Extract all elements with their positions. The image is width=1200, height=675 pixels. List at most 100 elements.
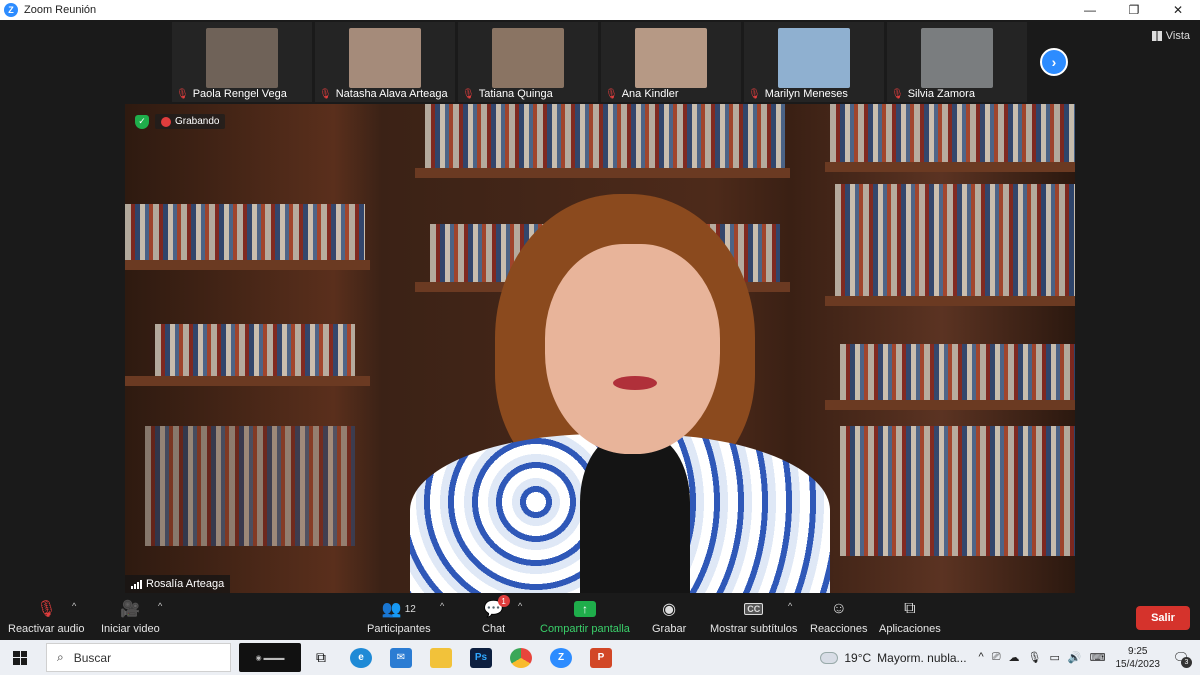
bookshelf-books — [155, 324, 355, 376]
participant-name: Tatiana Quinga — [478, 88, 553, 100]
pinned-app-logo[interactable]: ◉ ▬▬▬ — [239, 643, 301, 672]
start-button[interactable] — [0, 640, 40, 675]
system-clock[interactable]: 9:25 15/4/2023 — [1116, 645, 1161, 671]
taskbar-app-zoom[interactable]: Z — [541, 640, 581, 675]
view-button[interactable]: Vista — [1151, 30, 1190, 42]
participants-options-caret[interactable]: ^ — [440, 601, 444, 611]
participant-tile[interactable]: 🎙 Marilyn Meneses — [744, 22, 884, 102]
security-shield-icon[interactable]: ✓ — [135, 114, 149, 129]
bookshelf-books — [145, 426, 355, 546]
notifications-button[interactable]: 🗨 3 — [1170, 648, 1192, 668]
participant-tile[interactable]: 🎙 Tatiana Quinga — [458, 22, 598, 102]
participant-tile[interactable]: 🎙 Paola Rengel Vega — [172, 22, 312, 102]
captions-label: Mostrar subtítulos — [710, 623, 798, 635]
participant-name: Silvia Zamora — [907, 88, 975, 100]
zoom-logo-icon: Z — [4, 3, 18, 17]
zoom-icon: Z — [550, 647, 572, 668]
language-icon[interactable]: ⌨ — [1090, 651, 1106, 664]
participant-tile[interactable]: 🎙 Silvia Zamora — [887, 22, 1027, 102]
taskbar-app-explorer[interactable] — [421, 640, 461, 675]
taskbar-app-chrome[interactable] — [501, 640, 541, 675]
active-speaker-video[interactable]: ✓ Grabando Rosalía Arteaga — [125, 104, 1075, 593]
photoshop-icon: Ps — [470, 647, 492, 668]
clock-time: 9:25 — [1128, 645, 1148, 657]
participant-tile[interactable]: 🎙 Ana Kindler — [601, 22, 741, 102]
closed-captions-icon: CC — [744, 603, 764, 615]
edge-icon: e — [350, 647, 372, 668]
chevron-up-icon[interactable]: ^ — [979, 651, 984, 664]
cloudy-weather-icon — [820, 651, 839, 664]
chat-button[interactable]: 💬 1 Chat — [482, 595, 510, 635]
taskbar-app-edge[interactable]: e — [341, 640, 381, 675]
taskbar-app-powerpoint[interactable]: P — [581, 640, 621, 675]
bookshelf-books — [840, 426, 1075, 556]
bookshelf-books — [840, 344, 1075, 400]
microphone-icon[interactable]: 🎙 — [1028, 651, 1042, 664]
participant-name: Natasha Alava Arteaga — [335, 88, 448, 100]
participants-icon: 👥 12 — [381, 601, 416, 618]
notification-count: 3 — [1181, 656, 1192, 668]
battery-icon[interactable]: ▭ — [1050, 651, 1060, 664]
weather-temperature: 19°C — [844, 650, 872, 665]
start-video-button[interactable]: 🎥 Iniciar video — [101, 597, 160, 635]
participants-label: Participantes — [367, 623, 431, 635]
participant-name: Paola Rengel Vega — [192, 88, 287, 100]
minimize-button[interactable]: — — [1068, 0, 1112, 20]
bookshelf-shelf — [825, 296, 1075, 306]
taskbar-app-photoshop[interactable]: Ps — [461, 640, 501, 675]
next-page-button[interactable]: › — [1040, 48, 1068, 76]
recording-label: Grabando — [175, 116, 220, 127]
mail-icon: ✉ — [390, 647, 412, 668]
chat-options-caret[interactable]: ^ — [518, 601, 522, 611]
speaker-name-tag: Rosalía Arteaga — [125, 575, 231, 593]
participant-video — [635, 28, 707, 88]
weather-widget[interactable]: 19°C Mayorm. nubla... — [820, 650, 967, 665]
bookshelf-books — [125, 204, 365, 260]
video-options-caret[interactable]: ^ — [158, 601, 162, 611]
mic-muted-icon: 🎙 — [748, 88, 761, 100]
apps-button[interactable]: ⧉ Aplicaciones — [879, 597, 941, 635]
participants-button[interactable]: 👥 12 Participantes — [367, 597, 431, 635]
display-icon[interactable]: ⎚ — [992, 651, 1001, 664]
participant-video — [778, 28, 850, 88]
taskbar-app-mail[interactable]: ✉ — [381, 640, 421, 675]
view-label: Vista — [1165, 30, 1190, 42]
apps-label: Aplicaciones — [879, 623, 941, 635]
camera-off-icon: 🎥 — [120, 601, 141, 618]
mic-muted-icon: 🎙 — [176, 88, 189, 100]
volume-icon[interactable]: 🔊 — [1068, 651, 1082, 664]
taskbar-search[interactable]: ⌕ Buscar — [46, 643, 231, 672]
bookshelf-shelf — [825, 162, 1075, 172]
participant-video — [492, 28, 564, 88]
participant-strip: 🎙 Paola Rengel Vega 🎙 Natasha Alava Arteag… — [0, 20, 1200, 104]
recording-badge[interactable]: Grabando — [155, 114, 226, 129]
captions-button[interactable]: CC Mostrar subtítulos — [710, 597, 797, 635]
participant-video — [349, 28, 421, 88]
reactions-button[interactable]: ☺ Reacciones — [810, 597, 867, 635]
system-tray: 19°C Mayorm. nubla... ^ ⎚ ☁ 🎙 ▭ 🔊 ⌨ 9:25… — [820, 640, 1200, 675]
captions-options-caret[interactable]: ^ — [788, 601, 792, 611]
clock-date: 15/4/2023 — [1115, 658, 1161, 670]
start-video-label: Iniciar video — [101, 623, 160, 635]
participants-count: 12 — [404, 603, 416, 615]
onedrive-icon[interactable]: ☁ — [1009, 651, 1020, 664]
smiley-plus-icon: ☺ — [830, 600, 847, 617]
bookshelf-books — [830, 104, 1075, 162]
audio-options-caret[interactable]: ^ — [72, 601, 76, 611]
participant-tile[interactable]: 🎙 Natasha Alava Arteaga — [315, 22, 455, 102]
windows-logo-icon — [13, 650, 27, 665]
title-bar: Z Zoom Reunión — ❐ ✕ — [0, 0, 1200, 20]
record-icon: ◉ — [662, 601, 677, 618]
share-screen-button[interactable]: ↑ Compartir pantalla — [540, 597, 630, 635]
chrome-icon — [510, 647, 532, 668]
close-button[interactable]: ✕ — [1156, 0, 1200, 20]
task-view-button[interactable]: ⧉ — [301, 640, 341, 675]
restore-button[interactable]: ❐ — [1112, 0, 1156, 20]
bookshelf-shelf — [415, 168, 790, 178]
record-button[interactable]: ◉ Grabar — [652, 597, 686, 635]
recording-indicator: ✓ Grabando — [135, 114, 226, 129]
folder-icon — [430, 647, 452, 668]
participant-video — [921, 28, 993, 88]
leave-button[interactable]: Salir — [1136, 606, 1190, 630]
speaker-sweater — [580, 434, 690, 593]
